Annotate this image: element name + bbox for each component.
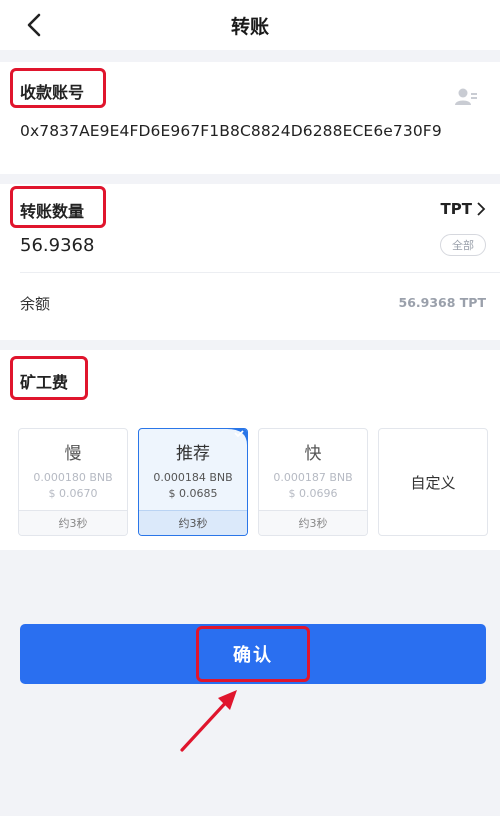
amount-input[interactable]: 56.9368	[20, 235, 94, 256]
contact-book-icon[interactable]	[454, 86, 478, 106]
fee-option-name: 推荐	[176, 444, 210, 464]
fee-option-name: 慢	[64, 444, 82, 464]
fee-option-bnb: 0.000184 BNB	[153, 471, 233, 484]
pointer-arrow-icon	[180, 690, 237, 752]
all-amount-button[interactable]: 全部	[440, 234, 486, 256]
fee-option-usd: $ 0.0670	[48, 487, 98, 500]
token-symbol: TPT	[440, 200, 472, 218]
fee-option-bnb: 0.000187 BNB	[273, 471, 353, 484]
recipient-label: 收款账号	[20, 83, 85, 102]
back-arrow-icon[interactable]	[20, 10, 50, 40]
fee-option-time: 约3秒	[19, 510, 127, 535]
balance-value: 56.9368 TPT	[398, 295, 487, 310]
fee-option-bnb: 0.000180 BNB	[33, 471, 113, 484]
fee-option-slow[interactable]: 慢 0.000180 BNB $ 0.0670 约3秒	[18, 428, 128, 536]
fee-option-usd: $ 0.0685	[168, 487, 218, 500]
nav-header: 转账	[0, 0, 500, 50]
fee-option-name: 快	[304, 444, 322, 464]
fee-option-time: 约3秒	[259, 510, 367, 535]
fee-option-usd: $ 0.0696	[288, 487, 338, 500]
token-selector[interactable]: TPT	[441, 200, 486, 218]
fee-option-time: 约3秒	[139, 510, 247, 535]
amount-divider	[20, 272, 500, 273]
page-title: 转账	[230, 15, 269, 38]
confirm-highlight	[196, 626, 310, 682]
chevron-right-icon	[477, 202, 486, 216]
fee-option-recommended[interactable]: 推荐 0.000184 BNB $ 0.0685 约3秒	[138, 428, 248, 536]
fee-label: 矿工费	[20, 373, 69, 392]
recipient-address[interactable]: 0x7837AE9E4FD6E967F1B8C8824D6288ECE6e730…	[20, 122, 442, 140]
fee-option-fast[interactable]: 快 0.000187 BNB $ 0.0696 约3秒	[258, 428, 368, 536]
amount-label: 转账数量	[20, 202, 85, 221]
fee-custom-label: 自定义	[410, 473, 456, 492]
balance-label: 余额	[20, 295, 51, 313]
fee-option-custom[interactable]: 自定义	[378, 428, 488, 536]
